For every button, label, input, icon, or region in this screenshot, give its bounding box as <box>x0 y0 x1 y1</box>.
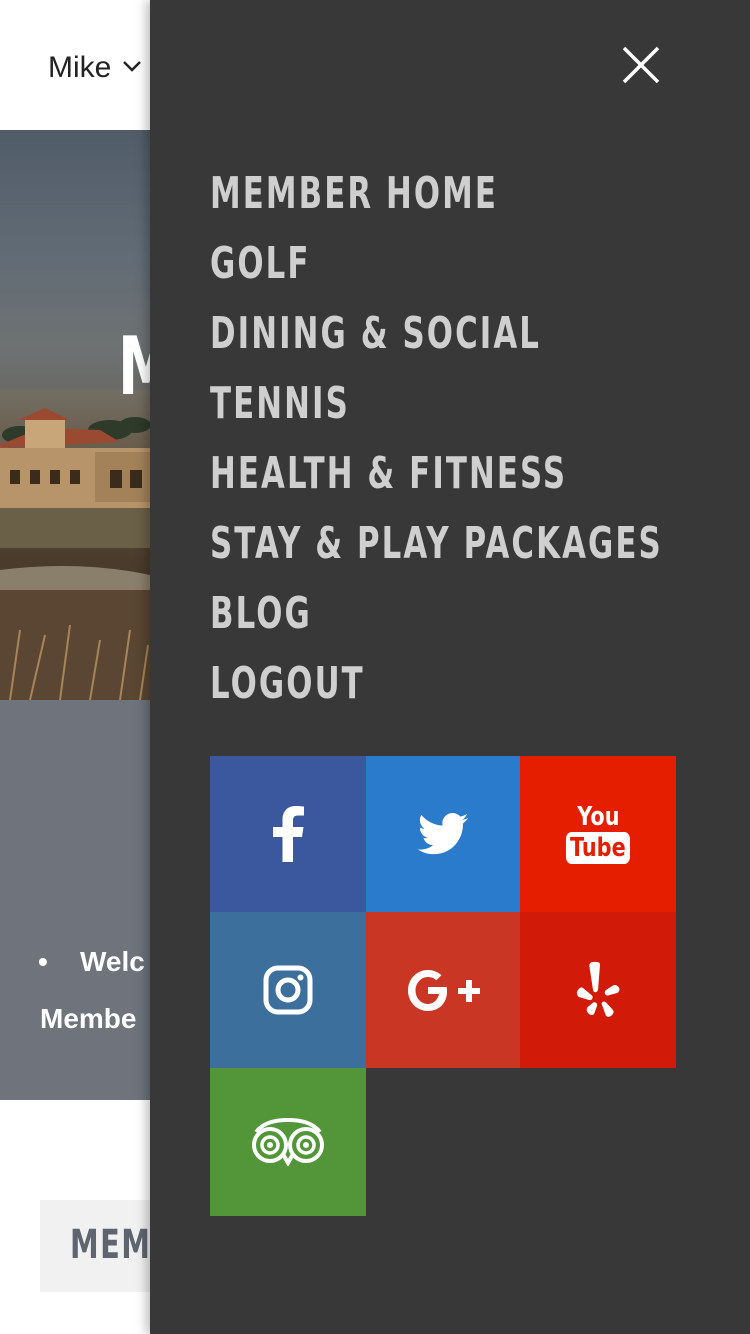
yelp-link[interactable] <box>520 912 676 1068</box>
nav-item-logout[interactable]: LOGOUT <box>210 658 730 728</box>
nav-item-dining-social[interactable]: DINING & SOCIAL <box>210 308 730 378</box>
facebook-link[interactable] <box>210 756 366 912</box>
user-menu[interactable]: Mike <box>48 46 143 90</box>
tripadvisor-icon <box>252 1118 324 1166</box>
google-plus-link[interactable] <box>366 912 520 1068</box>
close-button[interactable] <box>620 44 662 86</box>
nav-item-blog[interactable]: BLOG <box>210 588 730 658</box>
nav-item-tennis[interactable]: TENNIS <box>210 378 730 448</box>
twitter-link[interactable] <box>366 756 520 912</box>
close-icon <box>622 46 660 84</box>
instagram-link[interactable] <box>210 912 366 1068</box>
nav-item-stay-play-packages[interactable]: STAY & PLAY PACKAGES <box>210 518 730 588</box>
welcome-text: Welc <box>80 946 145 977</box>
bullet-marker: • <box>38 946 48 977</box>
facebook-icon <box>273 806 304 862</box>
welcome-text-line2: Membe <box>40 1003 137 1034</box>
tripadvisor-link[interactable] <box>210 1068 366 1216</box>
instagram-icon <box>263 965 313 1015</box>
nav-item-member-home[interactable]: MEMBER HOME <box>210 168 730 238</box>
youtube-link[interactable]: You Tube <box>520 756 676 912</box>
youtube-icon: You Tube <box>558 804 638 864</box>
nav-item-health-fitness[interactable]: HEALTH & FITNESS <box>210 448 730 518</box>
twitter-icon <box>417 813 469 855</box>
user-name: Mike <box>48 51 112 84</box>
nav-drawer: MEMBER HOME GOLF DINING & SOCIAL TENNIS … <box>150 0 750 1334</box>
yelp-icon <box>576 961 620 1017</box>
nav-menu: MEMBER HOME GOLF DINING & SOCIAL TENNIS … <box>210 168 730 728</box>
nav-item-golf[interactable]: GOLF <box>210 238 730 308</box>
google-plus-icon <box>408 970 480 1011</box>
chevron-down-icon <box>121 51 143 85</box>
